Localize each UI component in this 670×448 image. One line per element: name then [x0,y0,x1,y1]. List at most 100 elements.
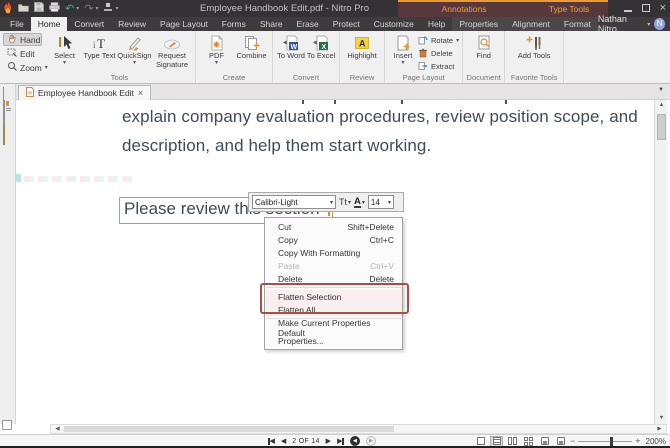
document-page[interactable]: explain company evaluation procedures, r… [16,100,654,424]
view-single-page-icon[interactable] [474,436,487,447]
avatar[interactable]: N [654,18,665,30]
scroll-left-arrow-icon[interactable]: ◀ [52,425,63,433]
menu-item-make-current-properties-default[interactable]: Make Current Properties Default [265,321,402,334]
tab-close-icon[interactable]: × [138,88,143,98]
zoom-in-button[interactable]: + [635,436,640,446]
previous-page-button[interactable]: ◀ [281,437,286,445]
tab-page-layout[interactable]: Page Layout [153,17,215,31]
rotate-button[interactable]: Rotate ▾ [418,35,459,46]
scroll-right-arrow-icon[interactable]: ▶ [654,425,665,433]
highlight-button[interactable]: A Highlight [343,32,381,61]
document-tab[interactable]: Employee Handbook Edit × [18,85,151,100]
tab-share[interactable]: Share [253,17,290,31]
view-continuous-icon[interactable] [490,436,503,447]
ribbon-group-page-layout: Insert ▾ Rotate ▾ Delete Extra [385,31,463,83]
tab-forms[interactable]: Forms [215,17,253,31]
tab-home[interactable]: Home [31,17,68,31]
view-fit-page-icon[interactable] [554,436,567,447]
comments-panel-icon[interactable] [3,114,13,124]
last-page-button[interactable]: ▶ [337,437,344,445]
add-tools-button[interactable]: Add Tools [517,32,552,61]
find-icon [475,34,493,52]
request-signature-button[interactable]: Request Signature [152,32,192,69]
document-paragraph: explain company evaluation procedures, r… [122,102,654,160]
undo-icon[interactable]: ↶ [65,4,74,14]
tab-file[interactable]: File [0,17,31,31]
stamp-dropdown-caret[interactable]: ▾ [115,5,118,12]
close-button[interactable]: × [660,3,666,13]
tab-protect[interactable]: Protect [326,17,367,31]
print-icon[interactable] [49,2,60,15]
zoom-tool-button[interactable]: Zoom ▾ [3,61,42,74]
first-page-button[interactable]: ◀ [268,437,275,445]
zoom-slider-thumb[interactable] [610,437,613,446]
horizontal-scroll-thumb[interactable] [64,426,394,432]
next-page-button[interactable]: ▶ [326,437,331,445]
to-word-button[interactable]: W To Word [276,32,306,61]
menu-item-flatten-all[interactable]: Flatten All [265,303,402,316]
pdf-button[interactable]: PDF ▾ [199,32,234,66]
font-color-button[interactable]: A ▾ [354,197,365,208]
delete-button[interactable]: Delete [418,48,459,59]
select-button[interactable]: Select ▾ [47,32,82,66]
previous-view-button[interactable]: ◀ [350,436,360,446]
page-corner-icon[interactable] [2,420,12,430]
scroll-down-arrow-icon[interactable]: ▼ [656,413,667,424]
tab-properties[interactable]: Properties [452,17,505,31]
tab-erase[interactable]: Erase [290,17,326,31]
text-case-button[interactable]: Tt ▾ [339,197,351,207]
redo-dropdown-caret[interactable]: ▾ [95,5,98,12]
font-size-caret-icon: ▾ [388,199,391,206]
scroll-up-arrow-icon[interactable]: ▲ [656,100,667,111]
font-family-select[interactable]: Calibri-Light ▾ [252,195,336,209]
zoom-slider[interactable] [578,441,632,442]
combine-button[interactable]: Combine [234,32,269,61]
vertical-scrollbar[interactable]: ▲ ▼ [654,100,667,424]
signatures-panel-icon[interactable] [3,127,13,137]
zoom-out-button[interactable]: − [570,436,575,446]
find-button[interactable]: Find [466,32,501,61]
insert-button[interactable]: Insert ▾ [388,32,418,66]
tab-customize[interactable]: Customize [367,17,421,31]
highlight-icon: A [353,34,371,52]
save-icon[interactable] [34,2,44,15]
hand-tool-button[interactable]: Hand [3,33,42,46]
maximize-button[interactable] [642,4,650,12]
tab-convert[interactable]: Convert [67,17,111,31]
menu-item-copy-with-formatting[interactable]: Copy With Formatting [265,246,402,259]
user-account[interactable]: Nathan Nitro ▾ N [598,17,670,31]
open-file-icon[interactable] [18,3,29,15]
stamp-tool-icon[interactable] [103,2,113,15]
menu-item-delete[interactable]: Delete Delete [265,272,402,285]
pages-panel-icon[interactable] [3,88,13,98]
bookmarks-panel-icon[interactable] [3,101,13,111]
minimize-button[interactable] [624,10,632,12]
quicksign-icon [126,34,144,52]
menu-item-copy[interactable]: Copy Ctrl+C [265,233,402,246]
redo-icon[interactable]: ↷ [84,4,93,14]
tab-alignment[interactable]: Alignment [505,17,557,31]
menu-item-cut[interactable]: Cut Shift+Delete [265,220,402,233]
undo-dropdown-caret[interactable]: ▾ [76,5,79,12]
menu-item-flatten-selection[interactable]: Flatten Selection [265,290,402,303]
quicksign-button[interactable]: QuickSign ▾ [117,32,152,66]
type-text-button[interactable]: iT Type Text [82,32,117,61]
document-icon [26,87,34,99]
font-size-select[interactable]: 14 ▾ [368,195,394,209]
view-fit-width-icon[interactable] [538,436,551,447]
edit-tool-button[interactable]: Edit [3,47,42,60]
page-indicator[interactable]: 2 OF 14 [292,438,319,445]
scroll-up-caret-icon[interactable]: ▼ [658,87,664,93]
extract-button[interactable]: Extract [418,61,459,72]
window-title: Employee Handbook Edit.pdf - Nitro Pro [200,3,369,14]
menu-separator [266,287,401,288]
tab-review[interactable]: Review [111,17,153,31]
view-facing-pages-icon[interactable] [506,436,519,447]
tab-help[interactable]: Help [421,17,452,31]
to-excel-button[interactable]: X To Excel [306,32,336,61]
zoom-level[interactable]: 200% [646,437,666,446]
vertical-scroll-thumb[interactable] [657,114,666,140]
view-multiple-pages-icon[interactable] [522,436,535,447]
horizontal-scrollbar[interactable]: ◀ ▶ [50,424,667,434]
tab-format[interactable]: Format [557,17,598,31]
